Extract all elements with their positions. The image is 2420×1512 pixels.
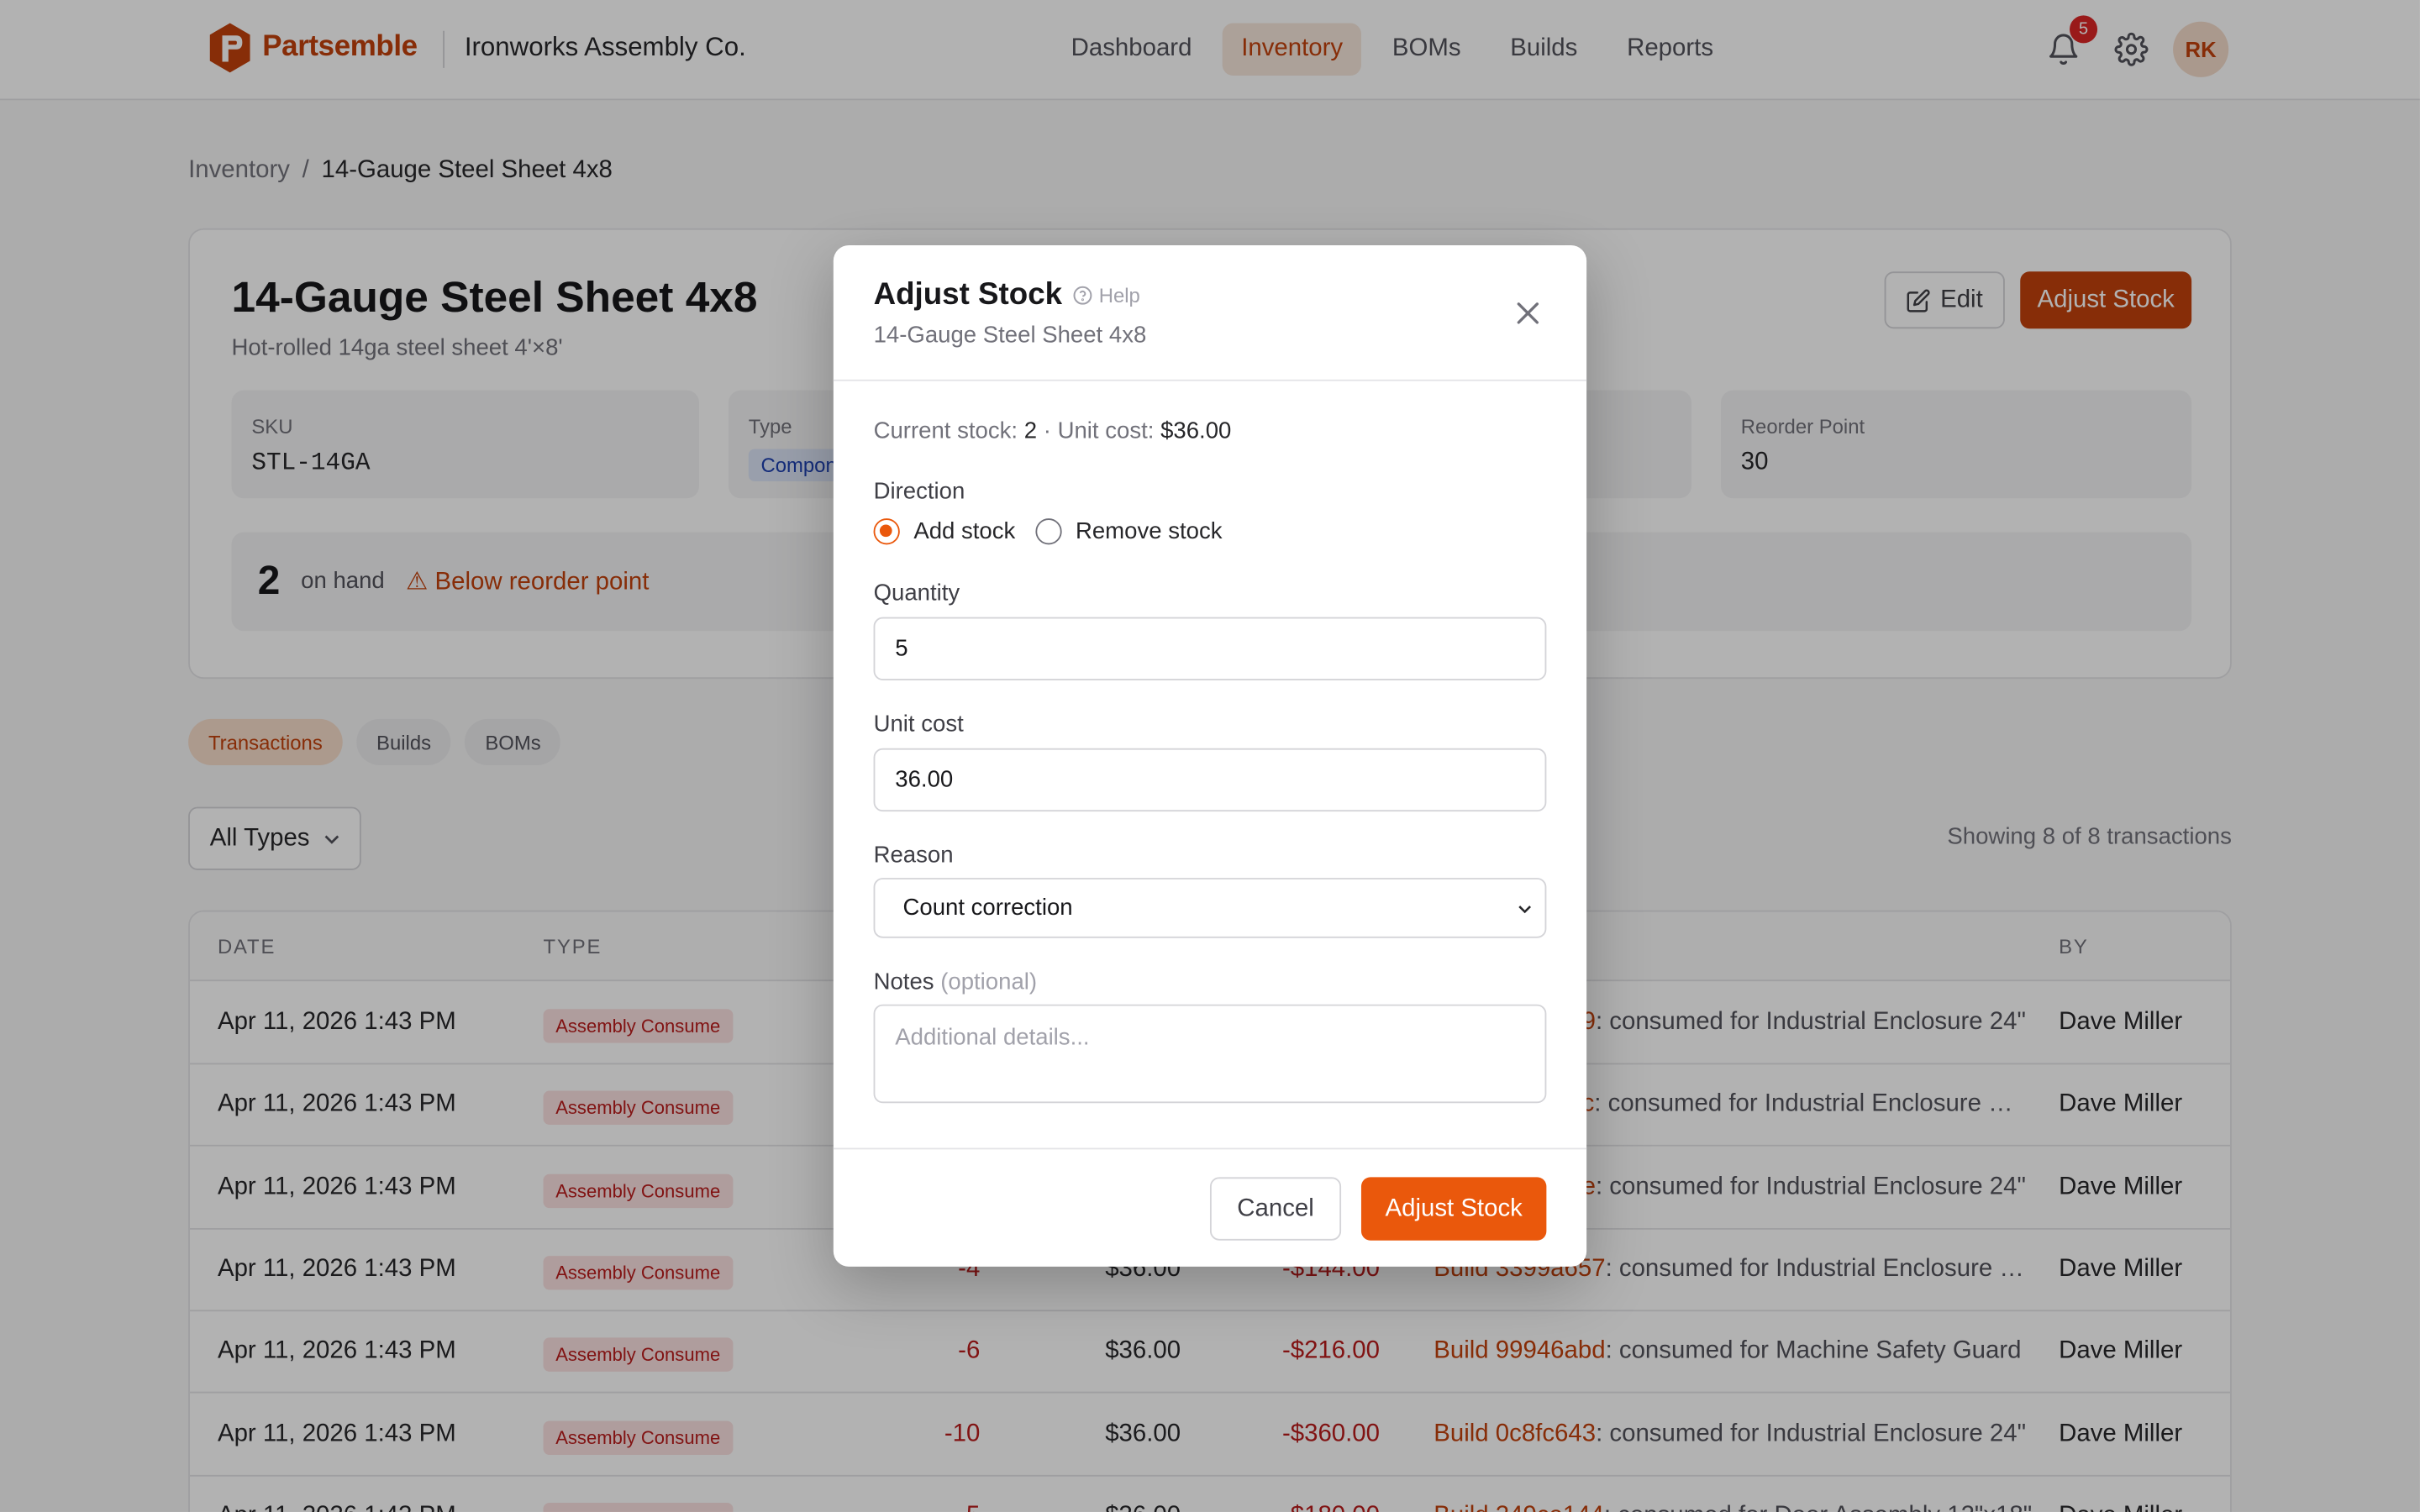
direction-label: Direction: [873, 478, 965, 505]
notes-textarea[interactable]: Additional details...: [873, 1004, 1547, 1104]
modal-header: Adjust Stock Help 14-Gauge Steel Sheet 4…: [833, 245, 1587, 381]
remove-stock-label[interactable]: Remove stock: [1076, 518, 1223, 544]
reason-label: Reason: [873, 842, 954, 869]
chevron-down-icon: [1518, 906, 1531, 914]
help-label: Help: [1098, 283, 1140, 307]
modal-title: Adjust Stock: [873, 277, 1063, 312]
modal-footer: Cancel Adjust Stock: [833, 1147, 1587, 1267]
quantity-input[interactable]: 5: [873, 617, 1547, 680]
add-stock-label[interactable]: Add stock: [913, 518, 1015, 544]
adjust-stock-modal: Adjust Stock Help 14-Gauge Steel Sheet 4…: [833, 245, 1587, 1267]
reason-select[interactable]: Count correction: [873, 878, 1547, 938]
quantity-label: Quantity: [873, 580, 960, 606]
unit-cost-label: Unit cost: [873, 711, 964, 738]
cancel-button[interactable]: Cancel: [1209, 1177, 1342, 1241]
submit-adjust-stock-button[interactable]: Adjust Stock: [1360, 1177, 1547, 1241]
notes-label-text: Notes: [873, 969, 934, 995]
add-stock-radio[interactable]: [873, 518, 900, 545]
current-stock-info: Current stock: 2 · Unit cost: $36.00: [874, 418, 1232, 444]
reason-value: Count correction: [902, 895, 1073, 921]
current-stock-value: 2: [1023, 417, 1038, 444]
direction-radio-group: Add stock Remove stock: [873, 518, 1223, 545]
close-icon[interactable]: [1512, 297, 1544, 328]
help-link[interactable]: Help: [1073, 284, 1140, 307]
help-circle-icon: [1073, 286, 1092, 305]
unit-cost-info-value: $36.00: [1160, 417, 1232, 444]
page: Partsemble Ironworks Assembly Co. Dashbo…: [0, 0, 2420, 1512]
remove-stock-radio[interactable]: [1035, 518, 1062, 545]
unit-cost-input[interactable]: 36.00: [873, 748, 1547, 812]
info-separator: ·: [1043, 417, 1051, 444]
notes-optional-hint: (optional): [940, 969, 1038, 995]
notes-label: Notes (optional): [874, 969, 1038, 995]
unit-cost-info-label: Unit cost:: [1057, 417, 1155, 444]
modal-subtitle: 14-Gauge Steel Sheet 4x8: [873, 322, 1147, 349]
current-stock-label: Current stock:: [873, 417, 1018, 444]
